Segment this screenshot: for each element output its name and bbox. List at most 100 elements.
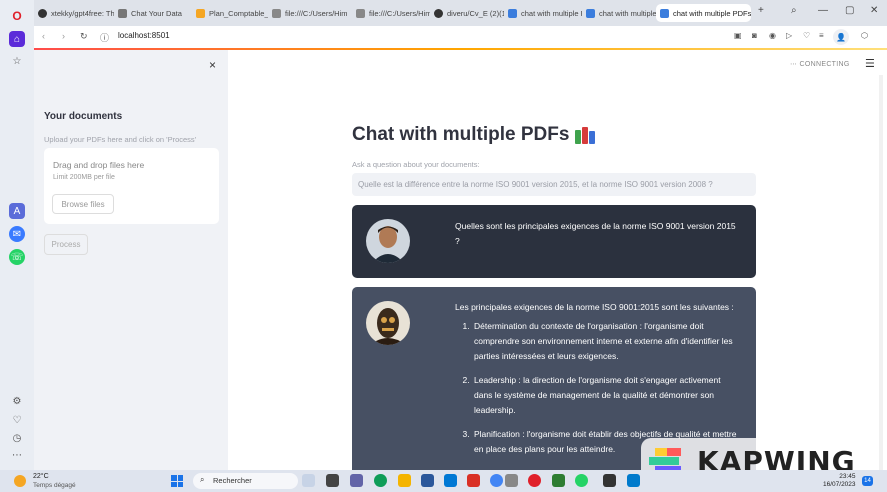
whatsapp-taskbar-icon[interactable]: [575, 474, 588, 487]
tab-gpt4free[interactable]: xtekky/gpt4free: Th: [34, 4, 114, 22]
widget-icon[interactable]: [302, 474, 315, 487]
page-icon: [118, 8, 127, 18]
settings-icon[interactable]: ⚙: [9, 393, 25, 409]
address-bar: ‹ › ↻ ⓘ localhost:8501 ▣ ◙ ◉ ▷ ♡ ≡ 👤 ⬡: [34, 26, 887, 48]
bookmark-heart-icon[interactable]: ♡: [803, 31, 810, 40]
url-field[interactable]: localhost:8501: [118, 31, 170, 40]
browse-files-button[interactable]: Browse files: [52, 194, 114, 214]
sidebar-title: Your documents: [44, 111, 123, 122]
tab-plan-comptable[interactable]: Plan_Comptable_G: [192, 4, 268, 22]
menu-icon[interactable]: ≡: [819, 31, 824, 40]
page-icon: [660, 8, 669, 18]
bot-requirements-list: Détermination du contexte de l'organisat…: [472, 319, 740, 457]
close-window-icon[interactable]: ✕: [870, 5, 878, 16]
bot-intro: Les principales exigences de la norme IS…: [455, 302, 734, 312]
browser-sidebar: O ⌂ ☆ A ✉ ☏ ⚙ ♡ ◷ ⋯: [0, 0, 34, 470]
screenshot-icon[interactable]: ▣: [734, 31, 742, 40]
player-icon[interactable]: ◉: [769, 31, 776, 40]
chrome-profile-icon[interactable]: [490, 474, 503, 487]
teams-icon[interactable]: [350, 474, 363, 487]
notification-badge[interactable]: 14: [862, 476, 873, 486]
taskbar-clock[interactable]: 23:45 16/07/2023: [823, 473, 856, 489]
upload-help-text: Upload your PDFs here and click on 'Proc…: [44, 135, 197, 144]
messenger-icon[interactable]: ✉: [9, 226, 25, 242]
process-button[interactable]: Process: [44, 234, 88, 255]
vscode-icon[interactable]: [627, 474, 640, 487]
chrome-icon[interactable]: [467, 474, 480, 487]
taskbar-search-text: Rechercher: [213, 476, 252, 485]
page-icon: [586, 8, 595, 18]
tab-cv[interactable]: diveru/Cv_E (2)(1).p: [430, 4, 504, 22]
connection-status: ⋯ CONNECTING: [790, 61, 850, 68]
app-icon[interactable]: [505, 474, 518, 487]
user-avatar: [366, 219, 410, 263]
search-tabs-icon[interactable]: ⌕: [791, 5, 797, 16]
explorer-icon[interactable]: [398, 474, 411, 487]
word-icon[interactable]: [421, 474, 434, 487]
tab-strip: xtekky/gpt4free: Th Chat Your Data Plan_…: [34, 0, 887, 26]
github-icon: [38, 8, 47, 18]
list-item: Détermination du contexte de l'organisat…: [472, 319, 740, 364]
bot-avatar: [366, 301, 410, 345]
play-icon[interactable]: ▷: [786, 31, 792, 40]
file-icon: [272, 8, 281, 18]
task-view-icon[interactable]: [326, 474, 339, 487]
weather-icon[interactable]: [14, 475, 26, 487]
site-info-icon[interactable]: ⓘ: [100, 31, 109, 44]
maximize-icon[interactable]: ▢: [845, 5, 854, 16]
dropzone-title: Drag and drop files here: [53, 160, 145, 170]
page-title-text: Chat with multiple PDFs: [352, 124, 570, 145]
taskbar: 22°C Temps dégagé ⌕ Rechercher 23:45 16/07…: [0, 470, 887, 492]
more-icon[interactable]: ⋯: [9, 447, 25, 463]
history-icon[interactable]: ◷: [9, 430, 25, 446]
opera-taskbar-icon[interactable]: [528, 474, 541, 487]
store-icon[interactable]: [444, 474, 457, 487]
user-message-text: Quelles sont les principales exigences d…: [455, 221, 736, 246]
app-sidebar: × Your documents Upload your PDFs here a…: [34, 50, 228, 470]
reload-icon[interactable]: ↻: [80, 31, 88, 42]
page-icon: [508, 8, 517, 18]
search-icon: ⌕: [200, 475, 205, 484]
file-icon: [356, 8, 365, 18]
aria-icon[interactable]: A: [9, 203, 25, 219]
books-icon: [575, 126, 596, 144]
heart-icon[interactable]: ♡: [9, 412, 25, 428]
user-message: Quelles sont les principales exigences d…: [352, 205, 756, 278]
tab-chat-multiple-1[interactable]: chat with multiple P: [504, 4, 582, 22]
file-dropzone[interactable]: Drag and drop files here Limit 200MB per…: [44, 148, 219, 224]
question-input[interactable]: Quelle est la différence entre la norme …: [352, 173, 756, 196]
home-icon[interactable]: ⌂: [9, 31, 25, 47]
tab-file-1[interactable]: file:///C:/Users/Him: [268, 4, 352, 22]
snapshot-icon[interactable]: ◙: [752, 31, 757, 40]
list-item: Leadership : la direction de l'organisme…: [472, 373, 740, 418]
whatsapp-icon[interactable]: ☏: [9, 249, 25, 265]
extensions-icon[interactable]: ⬡: [861, 31, 868, 40]
profile-avatar[interactable]: 👤: [833, 29, 849, 45]
main-menu-icon[interactable]: ☰: [865, 57, 875, 70]
terminal-icon[interactable]: [603, 474, 616, 487]
edge-icon[interactable]: [374, 474, 387, 487]
tab-chat-multiple-2[interactable]: chat with multiple P: [582, 4, 656, 22]
connection-status-text: CONNECTING: [799, 61, 850, 68]
page-title: Chat with multiple PDFs: [352, 124, 596, 146]
dropzone-limit: Limit 200MB per file: [53, 174, 115, 181]
opera-logo-icon[interactable]: O: [9, 8, 25, 24]
pinboard-icon[interactable]: ☆: [9, 53, 25, 69]
forward-icon[interactable]: ›: [62, 31, 65, 41]
minimize-icon[interactable]: —: [818, 5, 828, 16]
close-sidebar-icon[interactable]: ×: [209, 58, 216, 72]
github-icon: [434, 8, 443, 18]
weather-temperature: 22°C: [33, 473, 49, 480]
question-label: Ask a question about your documents:: [352, 160, 480, 169]
tab-file-2[interactable]: file:///C:/Users/Him: [352, 4, 430, 22]
main-content: ⋯ CONNECTING ☰ Chat with multiple PDFs A…: [228, 50, 887, 470]
excel-icon[interactable]: [552, 474, 565, 487]
tab-chat-multiple-active[interactable]: chat with multiple PDFs: [656, 4, 751, 22]
tab-chat-your-data[interactable]: Chat Your Data: [114, 4, 192, 22]
scrollbar[interactable]: [879, 75, 883, 470]
pdf-icon: [196, 8, 205, 18]
new-tab-button[interactable]: +: [758, 5, 764, 16]
windows-start-icon[interactable]: [171, 475, 183, 487]
taskbar-search[interactable]: ⌕ Rechercher: [193, 473, 298, 489]
back-icon[interactable]: ‹: [42, 31, 45, 41]
